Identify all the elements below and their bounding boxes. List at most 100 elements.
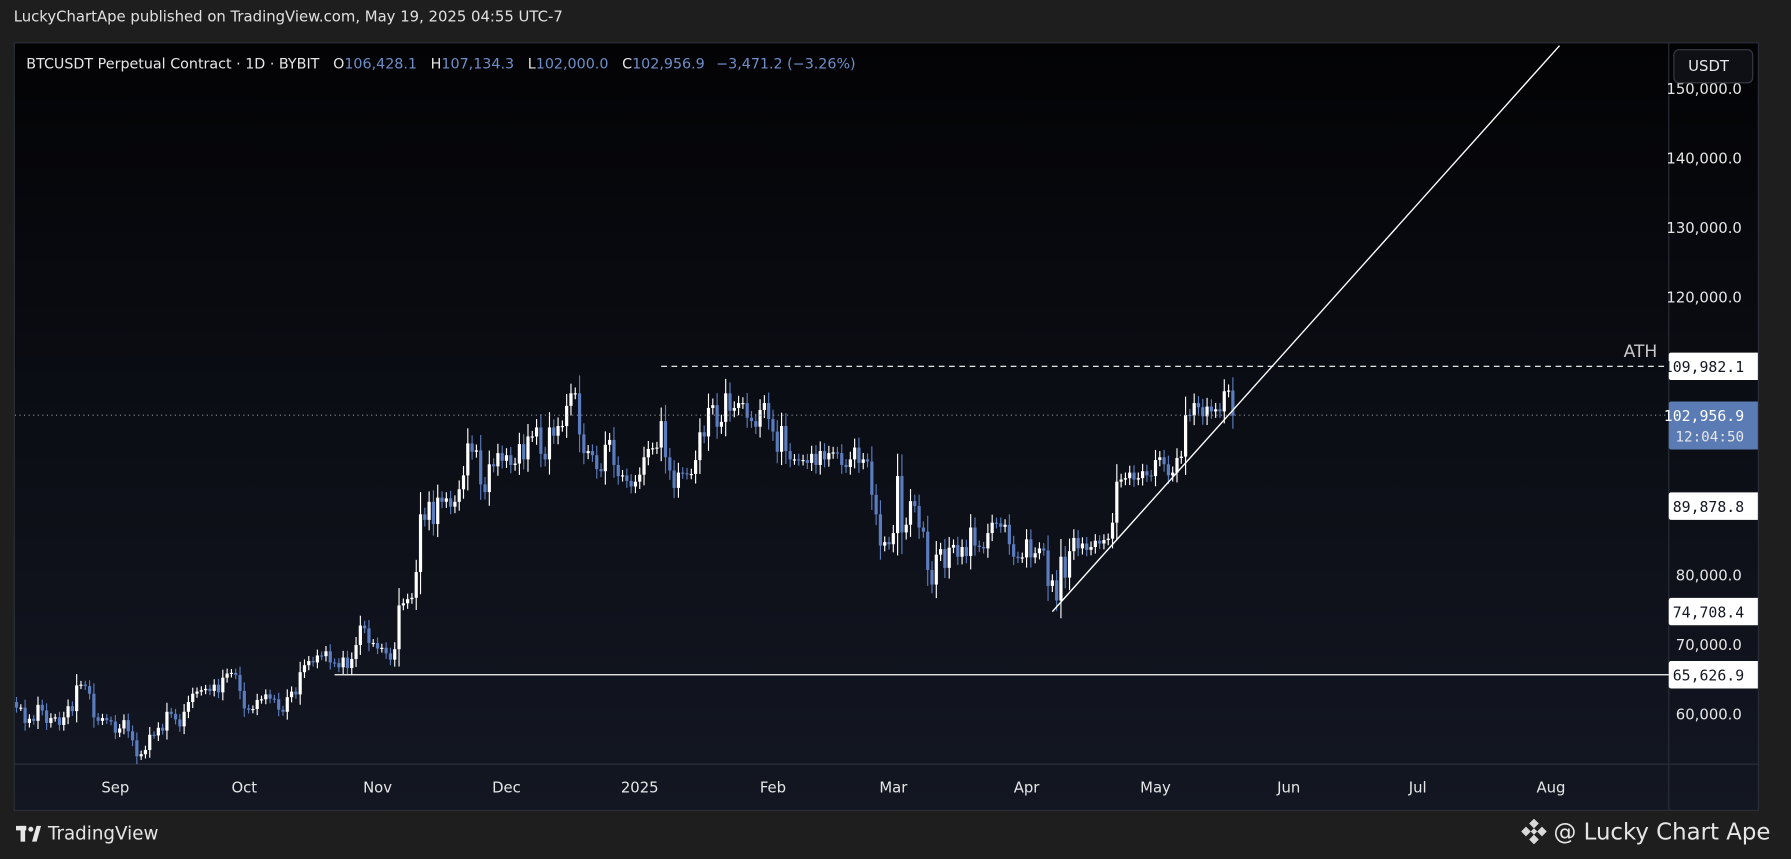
candle-body xyxy=(302,665,307,673)
candle-body xyxy=(289,691,294,698)
candle-body xyxy=(620,475,625,477)
candle-body xyxy=(1192,403,1196,416)
candle-body xyxy=(70,706,74,712)
candle-body xyxy=(1149,475,1153,477)
candle-body xyxy=(375,642,380,649)
candle-body xyxy=(1119,479,1123,482)
price-chart[interactable]: 150,000.0140,000.0130,000.0120,000.080,0… xyxy=(14,43,1759,811)
candle-body xyxy=(668,457,672,471)
candle-body xyxy=(298,672,302,695)
candle-body xyxy=(891,533,895,545)
candle-body xyxy=(113,721,117,733)
candle-body xyxy=(109,720,113,722)
candle-body xyxy=(977,545,981,547)
candle-body xyxy=(242,690,246,709)
candle-body xyxy=(818,451,822,465)
candle-body xyxy=(1214,409,1218,412)
candle-body xyxy=(964,546,968,557)
candle-body xyxy=(130,731,135,741)
candle-body xyxy=(921,527,926,532)
candle-body xyxy=(345,657,350,668)
candle-body xyxy=(1063,556,1067,578)
candle-body xyxy=(36,704,40,721)
candle-body xyxy=(410,597,414,600)
price-tick-label: 140,000.0 xyxy=(1666,150,1741,167)
candle-body xyxy=(453,501,457,507)
candle-body xyxy=(638,474,642,482)
candle-body xyxy=(865,459,870,462)
price-badge-label: 74,708.4 xyxy=(1673,604,1744,621)
candle-body xyxy=(926,531,930,570)
candle-body xyxy=(418,514,423,573)
candle-body xyxy=(934,554,938,585)
candle-body xyxy=(659,421,663,448)
publisher-line: LuckyChartApe published on TradingView.c… xyxy=(13,9,563,27)
candle-body xyxy=(612,439,616,465)
candle-body xyxy=(1067,551,1072,578)
candle-body xyxy=(75,685,79,712)
candle-body xyxy=(1226,390,1231,392)
ath-label: ATH xyxy=(1624,342,1658,362)
change-value: −3,471.2 (−3.26%) xyxy=(716,54,856,72)
close-label: C xyxy=(622,54,633,72)
candle-body xyxy=(354,645,358,659)
candle-body xyxy=(500,453,504,461)
candle-body xyxy=(173,713,178,720)
candle-body xyxy=(337,663,341,668)
close-value: 102,956.9 xyxy=(632,54,705,72)
candle-body xyxy=(565,405,569,427)
candle-body xyxy=(1050,580,1054,586)
candle-body xyxy=(530,436,534,438)
candle-body xyxy=(719,421,723,427)
candle-body xyxy=(981,546,986,549)
candle-body xyxy=(143,750,148,755)
candle-body xyxy=(698,432,702,461)
candle-body xyxy=(466,443,470,476)
candle-body xyxy=(161,727,165,731)
candle-body xyxy=(874,494,878,515)
candle-body xyxy=(191,693,195,703)
price-badge-label: 89,878.8 xyxy=(1673,499,1744,516)
candle-body xyxy=(87,686,92,694)
time-tick-label: Oct xyxy=(231,780,257,797)
candle-body xyxy=(758,410,762,427)
candle-body xyxy=(182,711,186,727)
tradingview-logo-icon xyxy=(15,825,42,842)
candle-body xyxy=(414,572,418,598)
candle-body xyxy=(1141,471,1145,479)
candle-body xyxy=(281,709,285,712)
candle-body xyxy=(449,498,453,507)
candle-body xyxy=(1136,478,1140,480)
candle-body xyxy=(285,697,289,712)
currency-button[interactable]: USDT xyxy=(1673,49,1754,84)
candle-body xyxy=(801,460,805,462)
candle-body xyxy=(1029,539,1033,558)
candle-body xyxy=(736,403,741,408)
candle-body xyxy=(896,476,900,534)
candle-body xyxy=(848,459,852,468)
candle-body xyxy=(947,547,951,568)
candle-body xyxy=(595,455,599,470)
candle-body xyxy=(126,720,130,732)
candle-body xyxy=(1162,457,1166,465)
tradingview-logo: TradingView xyxy=(15,822,158,844)
candle-body xyxy=(118,728,122,733)
candle-body xyxy=(350,658,354,668)
candle-body xyxy=(504,455,509,461)
candle-body xyxy=(178,719,182,727)
candle-body xyxy=(883,542,887,546)
candle-body xyxy=(27,718,31,723)
price-badge-label: 102,956.9 xyxy=(1664,408,1744,425)
candle-body xyxy=(900,476,904,533)
candle-body xyxy=(646,448,650,458)
candle-body xyxy=(1196,403,1201,408)
candle-body xyxy=(1042,548,1046,551)
candle-body xyxy=(706,407,711,437)
candle-body xyxy=(328,651,332,663)
price-tick-label: 130,000.0 xyxy=(1666,220,1741,237)
open-label: O xyxy=(333,54,345,72)
candle-body xyxy=(156,727,160,736)
countdown-label: 12:04:50 xyxy=(1675,429,1744,445)
candle-body xyxy=(642,457,646,475)
candle-body xyxy=(779,426,784,452)
